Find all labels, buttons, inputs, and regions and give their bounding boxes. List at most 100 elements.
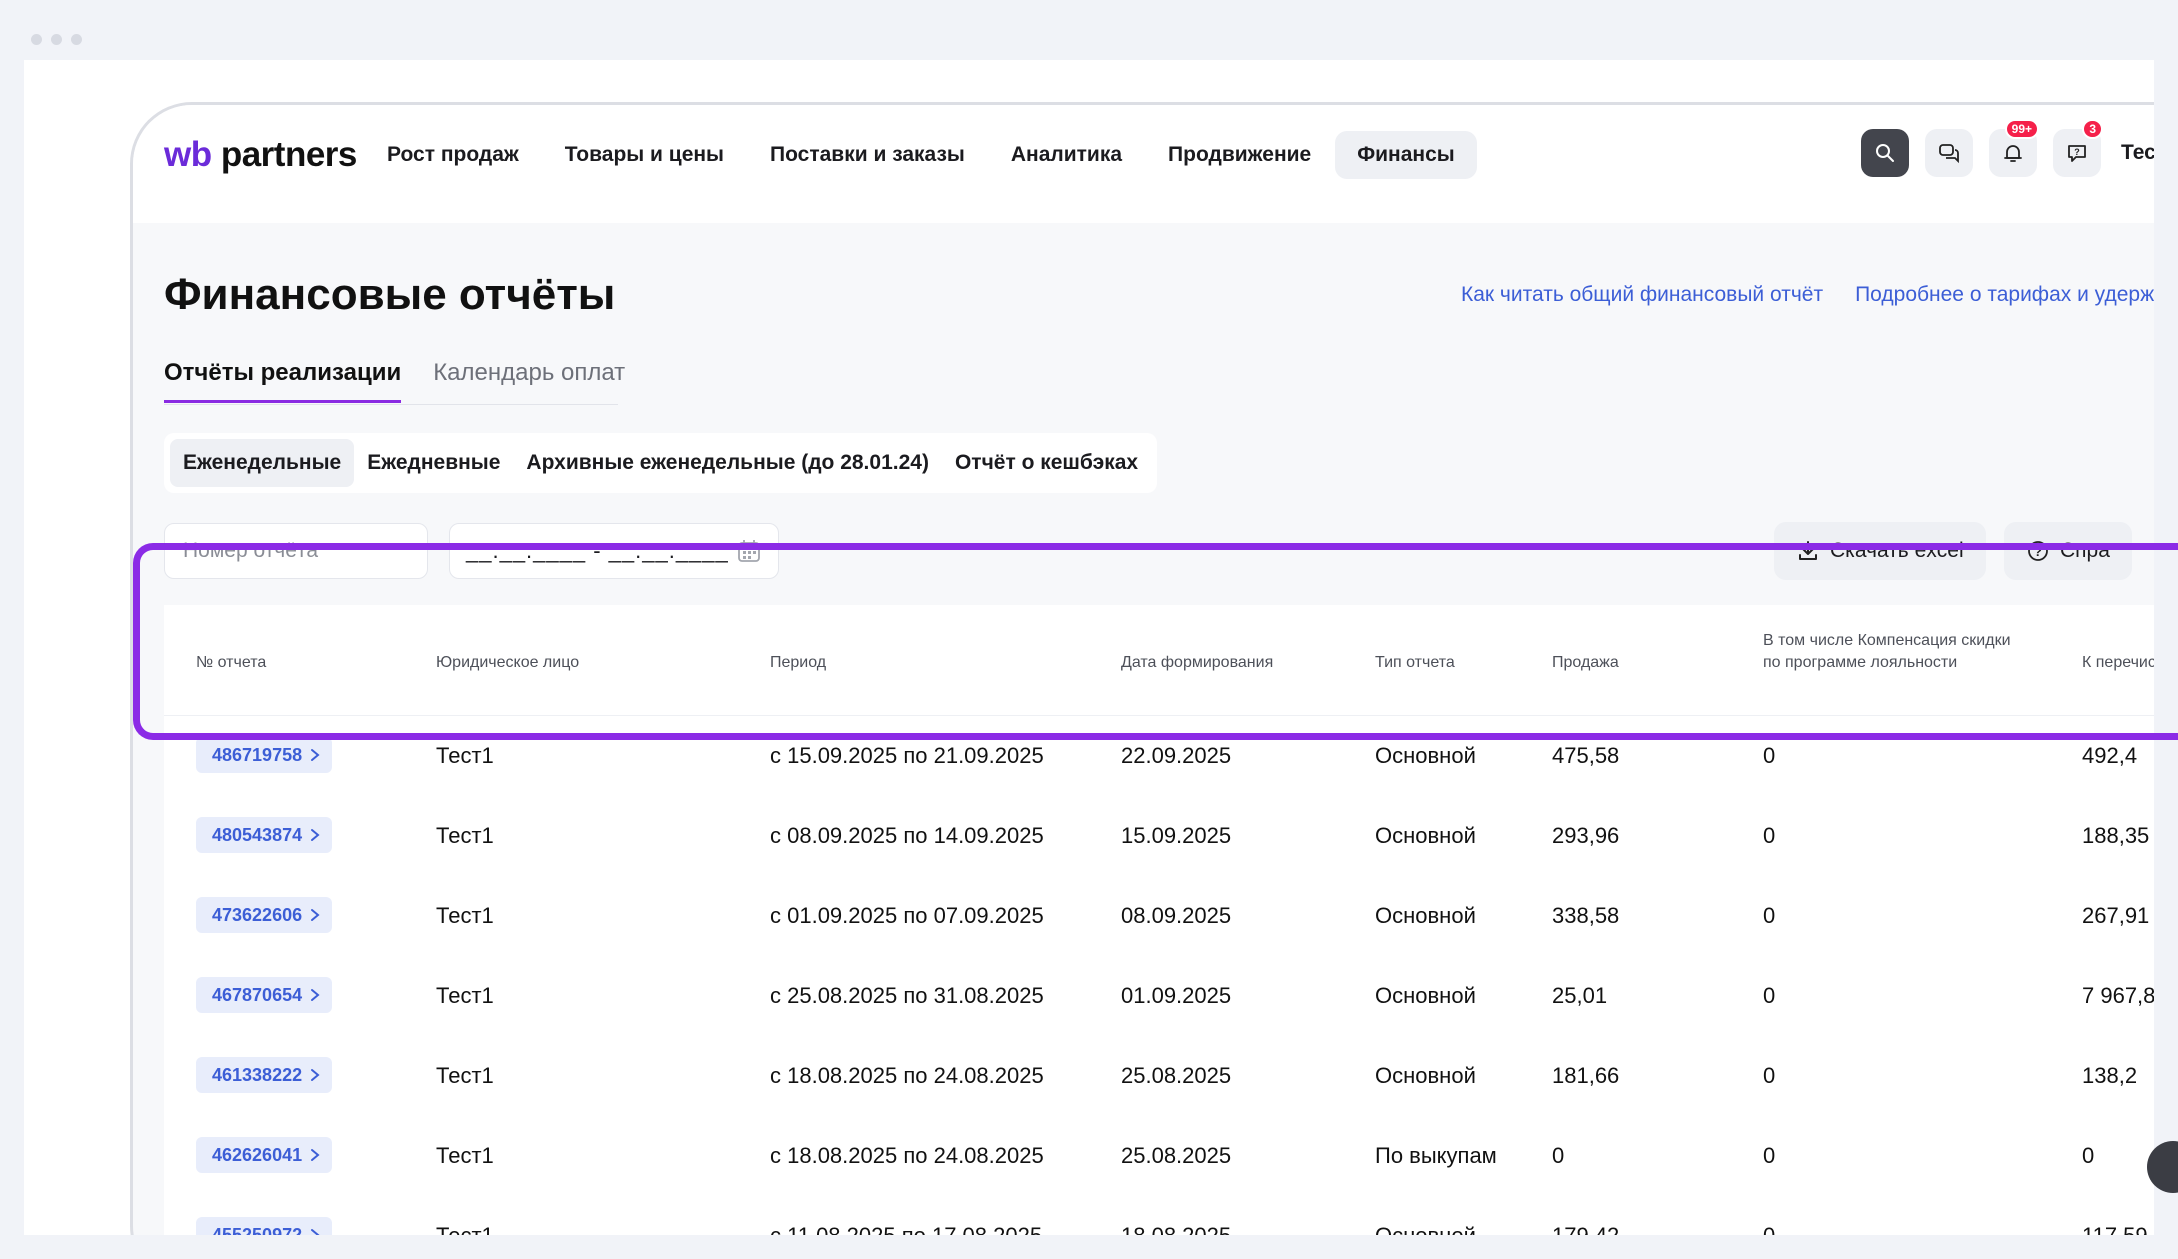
report-number-search [164,523,456,579]
report-tabs: Отчёты реализации Календарь оплат [164,359,625,403]
nav-item-promotion[interactable]: Продвижение [1146,131,1333,179]
notifications-badge: 99+ [2004,119,2039,139]
cell-report-type: Основной [1375,1063,1476,1088]
cell-to-transfer: 117,59 [2082,1223,2148,1235]
chevron-right-icon [311,1069,320,1081]
bell-icon [2004,145,2022,162]
table-row[interactable]: 455250972 Тест1 с 11.08.2025 по 17.08.20… [164,1195,2154,1235]
report-type-weekly[interactable]: Еженедельные [170,439,355,487]
report-type-daily[interactable]: Ежедневные [354,439,513,487]
cell-sale: 181,66 [1552,1063,1620,1088]
cell-creation-date: 22.09.2025 [1121,743,1232,768]
support-button[interactable]: ? 3 [2053,119,2103,177]
calendar-icon[interactable] [736,538,762,564]
cell-report-type: По выкупам [1375,1143,1497,1168]
table-header-row: № отчета Юридическое лицо Период Дата фо… [164,605,2154,715]
report-type-switch: Еженедельные Ежедневные Архивные еженеде… [164,433,1158,493]
table-row[interactable]: 462626041 Тест1 с 18.08.2025 по 24.08.20… [164,1115,2154,1195]
cell-compensation: 0 [1763,1063,1776,1088]
download-excel-button[interactable]: Скачать excel [1774,522,1986,580]
cell-report-type: Основной [1375,743,1476,768]
tariffs-info-link[interactable]: Подробнее о тарифах и удержа [1855,283,2154,307]
table-row[interactable]: 480543874 Тест1 с 08.09.2025 по 14.09.20… [164,795,2154,875]
cell-report-type: Основной [1375,983,1476,1008]
chevron-right-icon [311,1229,320,1235]
help-links: Как читать общий финансовый отчёт Подроб… [1461,283,2154,307]
cell-sale: 179,42 [1552,1223,1619,1235]
report-type-archive[interactable]: Архивные еженедельные (до 28.01.24) [513,439,942,487]
date-range-field[interactable]: __.__.____ - __.__.____ [449,523,779,579]
cell-compensation: 0 [1763,983,1776,1008]
cell-legal-entity: Тест1 [436,1223,494,1235]
logo[interactable]: wb partners [164,135,357,175]
cell-period: с 08.09.2025 по 14.09.2025 [770,823,1044,848]
cell-sale: 25,01 [1552,983,1608,1008]
cell-to-transfer: 0 [2082,1143,2095,1168]
cell-creation-date: 25.08.2025 [1121,1063,1232,1088]
cell-to-transfer: 492,4 [2082,743,2138,768]
support-badge: 3 [2082,119,2103,139]
cell-period: с 11.08.2025 по 17.08.2025 [770,1223,1042,1235]
top-navbar: wb partners Рост продаж Товары и цены По… [133,105,2154,223]
screenshot-card: wb partners Рост продаж Товары и цены По… [24,60,2154,1235]
report-number-chip[interactable]: 480543874 [196,817,333,853]
date-range-mask: __.__.____ - __.__.____ [466,538,729,563]
nav-item-supplies[interactable]: Поставки и заказы [748,131,987,179]
report-number-chip[interactable]: 461338222 [196,1057,333,1093]
report-number-chip[interactable]: 473622606 [196,897,333,933]
chat-button[interactable] [1925,129,1973,177]
download-excel-label: Скачать excel [1830,539,1964,562]
cell-report-type: Основной [1375,903,1476,928]
cell-sale: 0 [1552,1143,1565,1168]
header-sale: Продажа [1552,654,1619,671]
header-loyalty-compensation: В том числе Компенсация скидки по програ… [1763,632,2011,671]
chevron-right-icon [311,749,320,761]
cell-creation-date: 15.09.2025 [1121,823,1232,848]
header-legal-entity: Юридическое лицо [436,654,580,671]
help-button[interactable]: ? Спра [2004,522,2132,580]
question-circle-icon: ? [2028,541,2048,561]
cell-to-transfer: 7 967,87 [2082,983,2154,1008]
report-number-chip[interactable]: 455250972 [196,1217,333,1235]
nav-item-growth[interactable]: Рост продаж [365,131,541,179]
notifications-button[interactable]: 99+ [1989,119,2039,177]
report-number-chip[interactable]: 486719758 [196,737,333,773]
cell-period: с 25.08.2025 по 31.08.2025 [770,983,1044,1008]
nav-item-products[interactable]: Товары и цены [543,131,746,179]
cell-compensation: 0 [1763,1223,1775,1235]
svg-text:?: ? [2074,147,2080,157]
search-icon [1876,144,1894,162]
cell-legal-entity: Тест1 [436,743,494,768]
cell-creation-date: 01.09.2025 [1121,983,1232,1008]
tabs-divider [164,404,618,405]
search-button[interactable] [1861,129,1909,177]
report-type-cashback[interactable]: Отчёт о кешбэках [942,439,1151,487]
chevron-right-icon [311,829,320,841]
how-to-read-report-link[interactable]: Как читать общий финансовый отчёт [1461,283,1823,307]
table-row[interactable]: 473622606 Тест1 с 01.09.2025 по 07.09.20… [164,875,2154,955]
cell-sale: 475,58 [1552,743,1620,768]
cell-period: с 18.08.2025 по 24.08.2025 [770,1143,1044,1168]
tab-sales-reports[interactable]: Отчёты реализации [164,359,402,403]
nav-item-analytics[interactable]: Аналитика [989,131,1144,179]
header-creation-date: Дата формирования [1121,654,1274,671]
table-row[interactable]: 486719758 Тест1 с 15.09.2025 по 21.09.20… [164,715,2154,795]
download-icon [1799,541,1817,560]
cell-sale: 338,58 [1552,903,1620,928]
report-number-input[interactable] [181,538,456,564]
cell-period: с 15.09.2025 по 21.09.2025 [770,743,1044,768]
report-number-chip[interactable]: 462626041 [196,1137,333,1173]
tab-payment-calendar[interactable]: Календарь оплат [433,359,625,403]
chevron-right-icon [311,1149,320,1161]
page-title: Финансовые отчёты [164,270,616,319]
table-row[interactable]: 461338222 Тест1 с 18.08.2025 по 24.08.20… [164,1035,2154,1115]
table-row[interactable]: 467870654 Тест1 с 25.08.2025 по 31.08.20… [164,955,2154,1035]
cell-report-type: Основной [1375,1223,1476,1235]
user-name[interactable]: Тест [2121,141,2154,165]
top-actions: 99+ ? 3 Тест [1861,119,2154,177]
cell-period: с 18.08.2025 по 24.08.2025 [770,1063,1044,1088]
report-number-chip[interactable]: 467870654 [196,977,333,1013]
nav-item-finance[interactable]: Финансы [1335,131,1477,179]
app-frame: wb partners Рост продаж Товары и цены По… [130,102,2154,1235]
cell-legal-entity: Тест1 [436,903,494,928]
